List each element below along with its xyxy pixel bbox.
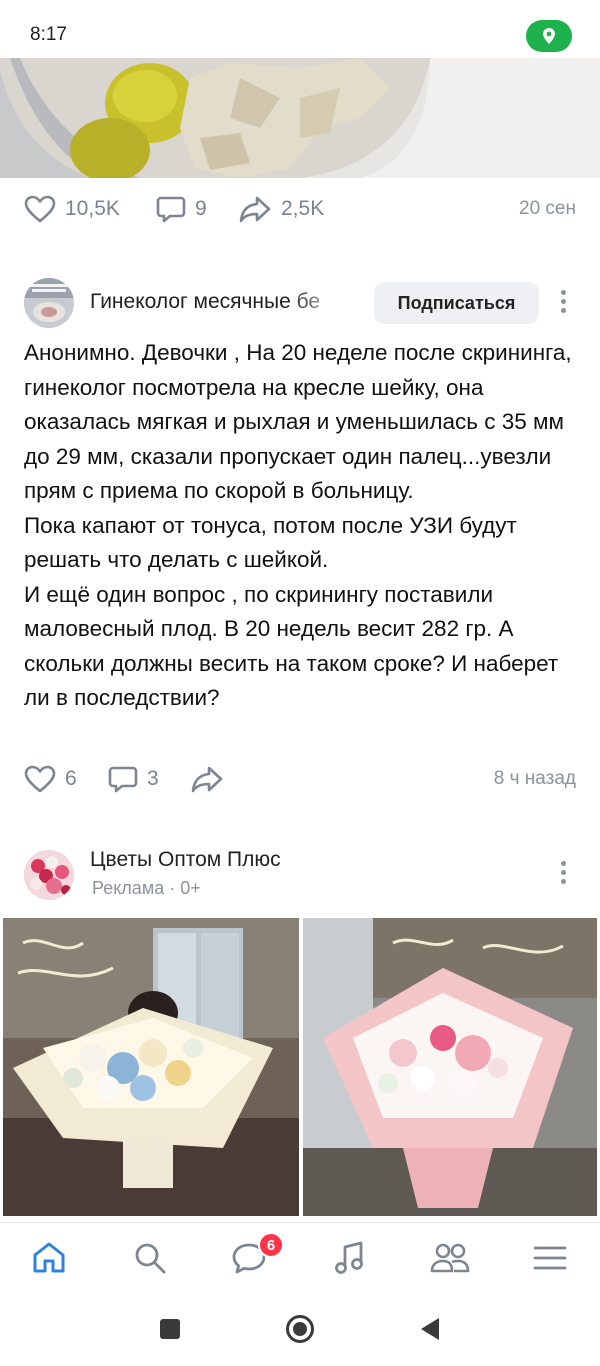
bouquet-photo-2 — [303, 918, 597, 1216]
comment-icon — [108, 766, 138, 793]
post-paragraph: И ещё один вопрос , по скринингу постави… — [24, 581, 559, 711]
back-button[interactable] — [415, 1314, 445, 1344]
bottom-tab-bar — [0, 1222, 600, 1292]
recents-button[interactable] — [155, 1314, 185, 1344]
messages-badge: 6 — [258, 1232, 284, 1258]
tab-friends[interactable] — [425, 1235, 475, 1281]
search-icon — [135, 1243, 166, 1274]
square-icon — [160, 1319, 180, 1339]
home-icon — [33, 1242, 65, 1273]
ad-gallery[interactable] — [0, 918, 600, 1216]
subscribe-button[interactable]: Подписаться — [374, 282, 539, 324]
location-pin-icon — [543, 28, 555, 44]
ad-group-avatar[interactable] — [24, 850, 74, 900]
like-button[interactable]: 6 — [24, 754, 77, 804]
back-triangle-icon — [421, 1318, 439, 1340]
flowers-avatar-image — [24, 850, 74, 900]
post-text: Анонимно. Девочки , На 20 неделе после с… — [24, 336, 580, 716]
gallery-image-2[interactable] — [303, 918, 597, 1216]
comment-button[interactable]: 9 — [156, 184, 207, 234]
tab-music[interactable] — [324, 1235, 374, 1281]
comment-button[interactable]: 3 — [108, 754, 159, 804]
post-menu-icon[interactable] — [559, 290, 567, 313]
location-indicator — [526, 20, 572, 52]
friends-icon — [430, 1243, 470, 1273]
comment-count: 9 — [195, 197, 207, 220]
like-button[interactable]: 10,5K — [24, 184, 120, 234]
post-paragraph: Анонимно. Девочки , На 20 неделе после с… — [24, 340, 572, 503]
status-bar: 8:17 — [0, 0, 600, 60]
comment-count: 3 — [147, 767, 159, 790]
share-button[interactable]: 2,5K — [238, 184, 324, 234]
comment-icon — [156, 196, 186, 223]
previous-post-image[interactable] — [0, 58, 600, 178]
bouquet-photo-1 — [3, 918, 299, 1216]
music-icon — [335, 1241, 363, 1274]
group-avatar[interactable] — [24, 278, 74, 328]
group-name-text: Гинеколог месячные бе — [90, 290, 321, 313]
name-fade — [290, 290, 350, 314]
share-icon — [191, 766, 223, 793]
like-count: 6 — [65, 767, 77, 790]
food-illustration — [0, 58, 600, 178]
heart-icon — [24, 765, 56, 793]
status-time: 8:17 — [30, 24, 67, 45]
heart-icon — [24, 195, 56, 223]
tab-search[interactable] — [125, 1235, 175, 1281]
system-navigation-bar — [0, 1292, 600, 1366]
post-time: 8 ч назад — [493, 768, 576, 789]
tab-home[interactable] — [24, 1235, 74, 1281]
group-avatar-image — [24, 278, 74, 328]
like-count: 10,5K — [65, 197, 120, 220]
menu-icon — [533, 1246, 567, 1270]
ad-menu-icon[interactable] — [559, 861, 567, 884]
share-count: 2,5K — [281, 197, 325, 220]
post-paragraph: Пока капают от тонуса, потом после УЗИ б… — [24, 512, 517, 573]
post-actions: 6 3 8 ч назад — [0, 754, 600, 804]
home-button[interactable] — [285, 1314, 315, 1344]
tab-menu[interactable] — [525, 1235, 575, 1281]
post-time: 20 сен — [519, 198, 576, 219]
circle-icon — [286, 1315, 314, 1343]
share-icon — [239, 196, 271, 223]
previous-post-actions: 10,5K 9 2,5K 20 сен — [0, 184, 600, 234]
share-button[interactable] — [190, 754, 224, 804]
ad-label: Реклама · 0+ — [92, 878, 201, 898]
ad-group-name[interactable]: Цветы Оптом Плюс — [90, 848, 390, 872]
gallery-image-1[interactable] — [3, 918, 299, 1216]
group-name[interactable]: Гинеколог месячные бе — [90, 290, 350, 314]
